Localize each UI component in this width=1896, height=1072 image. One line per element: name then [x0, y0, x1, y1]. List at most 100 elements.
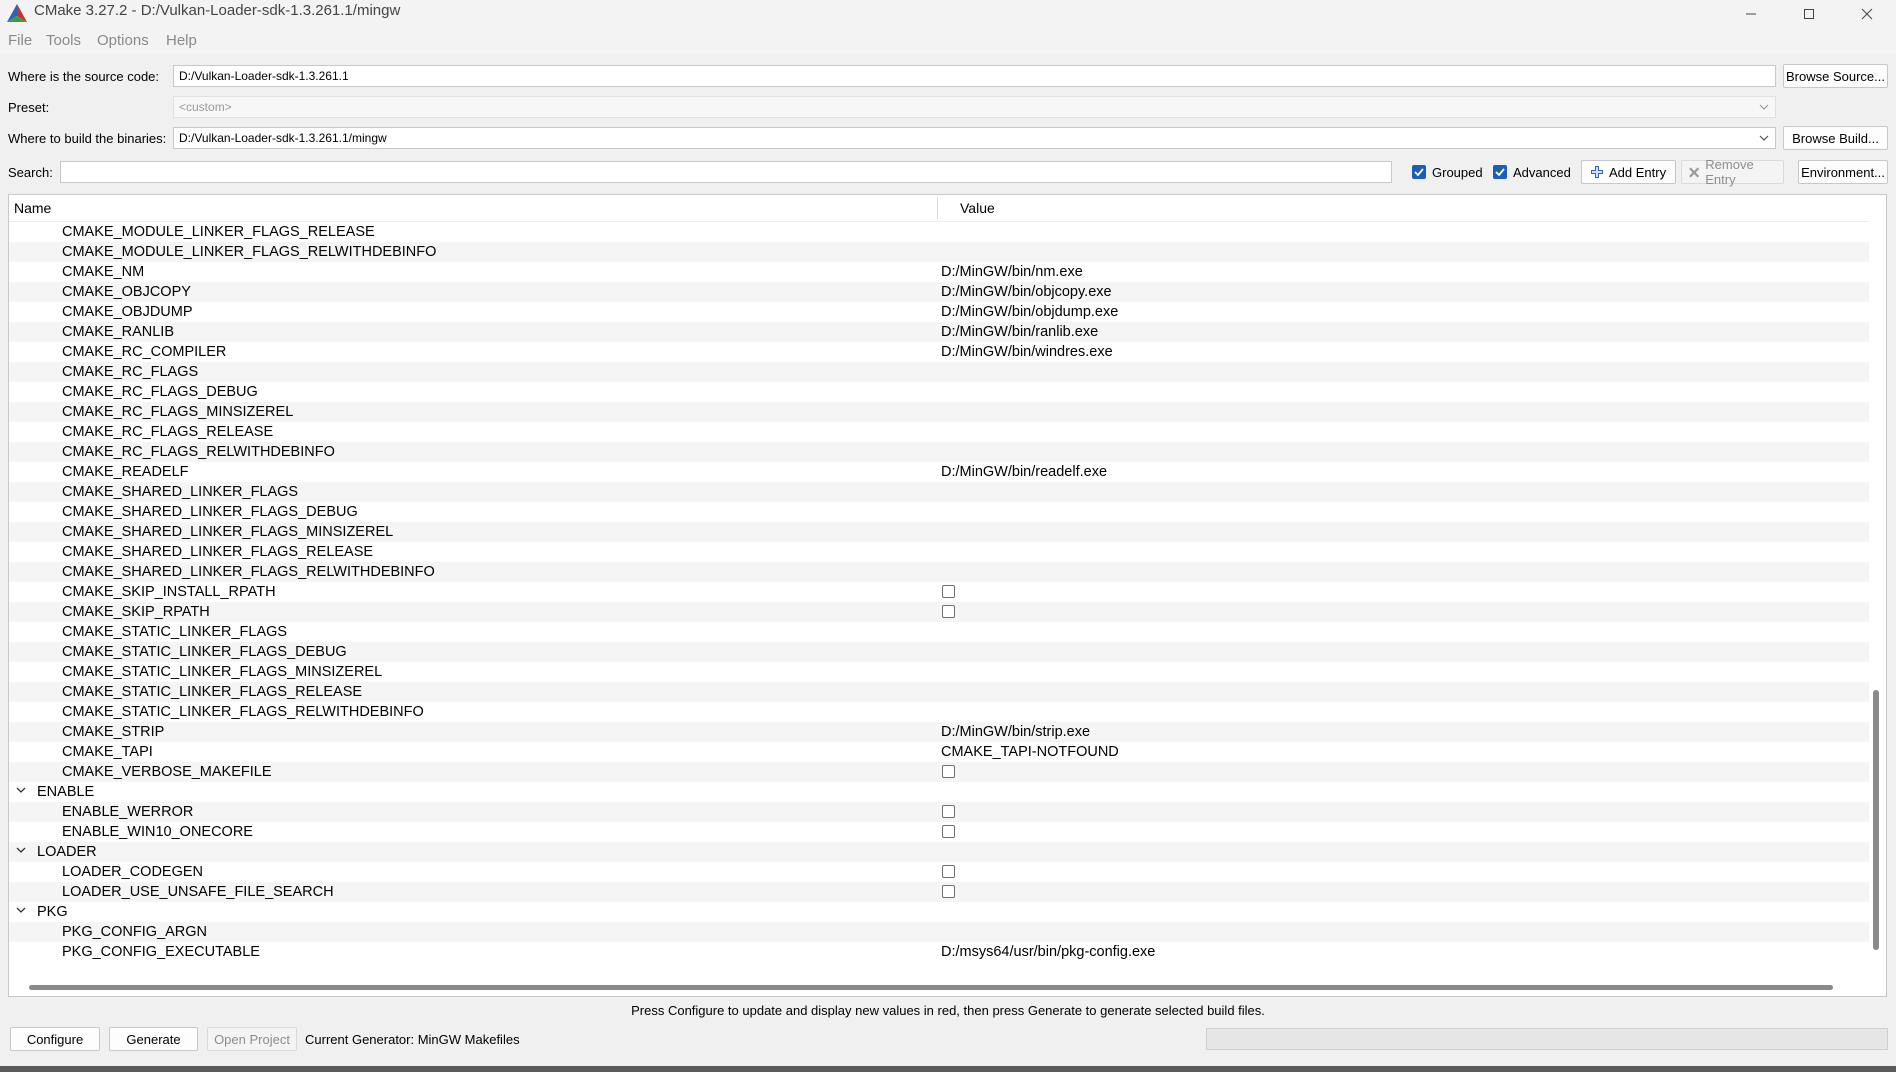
menu-help[interactable]: Help [166, 32, 197, 49]
table-row[interactable]: CMAKE_RC_FLAGS_RELEASE [9, 422, 1869, 442]
table-row[interactable]: CMAKE_RC_FLAGS_RELWITHDEBINFO [9, 442, 1869, 462]
cmake-logo-icon [7, 4, 27, 22]
entry-checkbox[interactable] [942, 805, 955, 818]
source-label: Where is the source code: [8, 69, 160, 84]
table-row[interactable]: CMAKE_RC_FLAGS [9, 362, 1869, 382]
group-row[interactable]: ENABLE [9, 782, 1869, 802]
chevron-down-icon[interactable] [15, 783, 27, 797]
entry-value[interactable]: D:/MinGW/bin/nm.exe [941, 264, 1083, 280]
minimize-icon [1746, 13, 1756, 15]
environment-button[interactable]: Environment... [1798, 160, 1888, 184]
entry-value[interactable]: D:/MinGW/bin/windres.exe [941, 344, 1113, 360]
entry-value[interactable]: D:/MinGW/bin/ranlib.exe [941, 324, 1098, 340]
entry-checkbox[interactable] [942, 585, 955, 598]
entry-name: CMAKE_RC_FLAGS_MINSIZEREL [62, 404, 294, 420]
table-row[interactable]: CMAKE_STATIC_LINKER_FLAGS_RELEASE [9, 682, 1869, 702]
grouped-checkbox[interactable] [1412, 165, 1426, 179]
entry-value[interactable]: D:/msys64/usr/bin/pkg-config.exe [941, 944, 1155, 960]
chevron-down-icon [1759, 135, 1769, 141]
table-row[interactable]: CMAKE_RC_COMPILER D:/MinGW/bin/windres.ex… [9, 342, 1869, 362]
header-value[interactable]: Value [960, 200, 995, 216]
table-row[interactable]: CMAKE_VERBOSE_MAKEFILE [9, 762, 1869, 782]
remove-entry-button[interactable]: Remove Entry [1681, 157, 1784, 187]
cache-entries-table[interactable]: Name Value CMAKE_MODULE_LINKER_FLAGS_REL… [8, 194, 1887, 997]
entry-checkbox[interactable] [942, 865, 955, 878]
menu-file[interactable]: File [8, 32, 32, 49]
menu-options[interactable]: Options [97, 32, 149, 49]
table-row[interactable]: LOADER_CODEGEN [9, 862, 1869, 882]
table-row[interactable]: CMAKE_RC_FLAGS_MINSIZEREL [9, 402, 1869, 422]
minimize-button[interactable] [1722, 0, 1780, 28]
entry-name: CMAKE_SKIP_RPATH [62, 604, 210, 620]
table-row[interactable]: CMAKE_NM D:/MinGW/bin/nm.exe [9, 262, 1869, 282]
header-name[interactable]: Name [14, 200, 51, 216]
search-label: Search: [8, 165, 53, 180]
advanced-checkbox[interactable] [1493, 165, 1507, 179]
source-path-input[interactable]: D:/Vulkan-Loader-sdk-1.3.261.1 [173, 65, 1776, 87]
generate-button[interactable]: Generate [109, 1027, 198, 1051]
entry-value[interactable]: CMAKE_TAPI-NOTFOUND [941, 744, 1119, 760]
entry-checkbox[interactable] [942, 605, 955, 618]
column-separator[interactable] [937, 197, 938, 219]
entry-checkbox[interactable] [942, 825, 955, 838]
table-row[interactable]: ENABLE_WIN10_ONECORE [9, 822, 1869, 842]
maximize-icon [1804, 9, 1814, 19]
table-header: Name Value [9, 195, 1869, 222]
table-row[interactable]: CMAKE_OBJDUMP D:/MinGW/bin/objdump.exe [9, 302, 1869, 322]
table-row[interactable]: CMAKE_SKIP_RPATH [9, 602, 1869, 622]
entry-name: CMAKE_SKIP_INSTALL_RPATH [62, 584, 276, 600]
table-row[interactable]: CMAKE_RANLIB D:/MinGW/bin/ranlib.exe [9, 322, 1869, 342]
table-row[interactable]: CMAKE_TAPI CMAKE_TAPI-NOTFOUND [9, 742, 1869, 762]
table-row[interactable]: CMAKE_MODULE_LINKER_FLAGS_RELWITHDEBINFO [9, 242, 1869, 262]
close-button[interactable] [1838, 0, 1896, 28]
browse-source-button[interactable]: Browse Source... [1783, 64, 1888, 88]
entry-checkbox[interactable] [942, 885, 955, 898]
configure-button[interactable]: Configure [10, 1027, 100, 1051]
table-row[interactable]: PKG_CONFIG_ARGN [9, 922, 1869, 942]
close-icon [1861, 8, 1873, 20]
chevron-down-icon[interactable] [15, 843, 27, 857]
vertical-scrollbar[interactable] [1873, 690, 1879, 950]
chevron-down-icon[interactable] [15, 903, 27, 917]
entry-value[interactable]: D:/MinGW/bin/objcopy.exe [941, 284, 1112, 300]
table-row[interactable]: CMAKE_READELF D:/MinGW/bin/readelf.exe [9, 462, 1869, 482]
table-row[interactable]: CMAKE_SHARED_LINKER_FLAGS_MINSIZEREL [9, 522, 1869, 542]
table-row[interactable]: CMAKE_SHARED_LINKER_FLAGS_RELWITHDEBINFO [9, 562, 1869, 582]
entry-value[interactable]: D:/MinGW/bin/readelf.exe [941, 464, 1107, 480]
table-row[interactable]: CMAKE_STATIC_LINKER_FLAGS_DEBUG [9, 642, 1869, 662]
table-row[interactable]: CMAKE_SKIP_INSTALL_RPATH [9, 582, 1869, 602]
horizontal-scrollbar[interactable] [29, 985, 1833, 990]
table-row[interactable]: CMAKE_STATIC_LINKER_FLAGS_RELWITHDEBINFO [9, 702, 1869, 722]
group-row[interactable]: PKG [9, 902, 1869, 922]
table-row[interactable]: CMAKE_MODULE_LINKER_FLAGS_RELEASE [9, 222, 1869, 242]
open-project-button[interactable]: Open Project [207, 1027, 297, 1051]
browse-build-button[interactable]: Browse Build... [1783, 126, 1888, 150]
table-row[interactable]: CMAKE_RC_FLAGS_DEBUG [9, 382, 1869, 402]
preset-select[interactable]: <custom> [173, 96, 1776, 118]
table-row[interactable]: CMAKE_SHARED_LINKER_FLAGS_DEBUG [9, 502, 1869, 522]
maximize-button[interactable] [1780, 0, 1838, 28]
preset-value: <custom> [179, 100, 232, 114]
entry-checkbox[interactable] [942, 765, 955, 778]
build-label: Where to build the binaries: [8, 131, 167, 146]
group-row[interactable]: LOADER [9, 842, 1869, 862]
table-row[interactable]: LOADER_USE_UNSAFE_FILE_SEARCH [9, 882, 1869, 902]
preset-label: Preset: [8, 100, 50, 115]
table-row[interactable]: PKG_CONFIG_EXECUTABLE D:/msys64/usr/bin/p… [9, 942, 1869, 962]
title-bar: CMake 3.27.2 - D:/Vulkan-Loader-sdk-1.3.… [0, 0, 1896, 28]
table-row[interactable]: CMAKE_STATIC_LINKER_FLAGS [9, 622, 1869, 642]
table-row[interactable]: ENABLE_WERROR [9, 802, 1869, 822]
table-row[interactable]: CMAKE_STATIC_LINKER_FLAGS_MINSIZEREL [9, 662, 1869, 682]
menu-tools[interactable]: Tools [46, 32, 81, 49]
add-entry-label: Add Entry [1609, 164, 1667, 180]
table-row[interactable]: CMAKE_OBJCOPY D:/MinGW/bin/objcopy.exe [9, 282, 1869, 302]
search-input[interactable] [60, 161, 1392, 183]
entry-value[interactable]: D:/MinGW/bin/objdump.exe [941, 304, 1118, 320]
table-row[interactable]: CMAKE_SHARED_LINKER_FLAGS [9, 482, 1869, 502]
table-row[interactable]: CMAKE_SHARED_LINKER_FLAGS_RELEASE [9, 542, 1869, 562]
add-entry-button[interactable]: Add Entry [1581, 160, 1676, 184]
entry-name: PKG_CONFIG_EXECUTABLE [62, 944, 260, 960]
entry-value[interactable]: D:/MinGW/bin/strip.exe [941, 724, 1090, 740]
build-path-select[interactable]: D:/Vulkan-Loader-sdk-1.3.261.1/mingw [173, 127, 1776, 149]
table-row[interactable]: CMAKE_STRIP D:/MinGW/bin/strip.exe [9, 722, 1869, 742]
